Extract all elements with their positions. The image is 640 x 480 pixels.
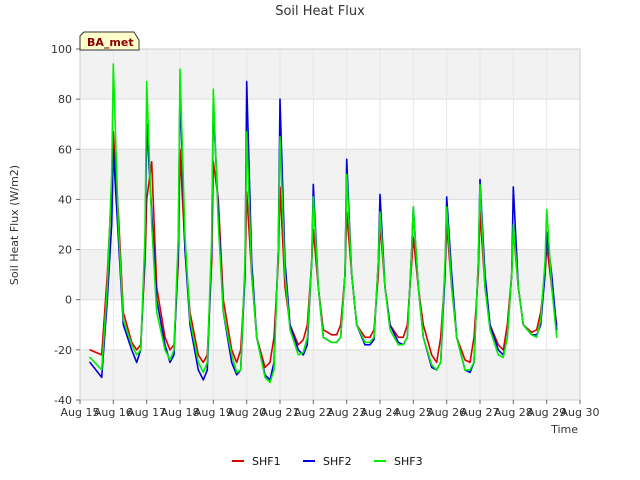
legend: SHF1 SHF2 SHF3 <box>232 455 423 468</box>
y-tick-label: 20 <box>58 244 72 257</box>
y-axis-title: Soil Heat Flux (W/m2) <box>8 165 21 285</box>
legend-item-shf3: SHF3 <box>374 455 423 468</box>
legend-label: SHF1 <box>252 455 281 468</box>
y-tick-label: -40 <box>54 394 72 407</box>
site-badge: BA_met <box>79 31 140 51</box>
y-tick-label: 80 <box>58 93 72 106</box>
site-badge-label: BA_met <box>87 36 134 49</box>
y-tick-label: 0 <box>65 294 72 307</box>
x-axis-title: Time <box>550 423 578 436</box>
chart-title: Soil Heat Flux <box>275 4 365 19</box>
y-tick-label: 60 <box>58 143 72 156</box>
y-axis: -40 -20 0 20 40 60 80 100 <box>51 43 80 407</box>
y-tick-label: 40 <box>58 193 72 206</box>
legend-item-shf2: SHF2 <box>303 455 352 468</box>
legend-label: SHF3 <box>394 455 423 468</box>
y-tick-label: -20 <box>54 344 72 357</box>
legend-label: SHF2 <box>323 455 352 468</box>
legend-item-shf1: SHF1 <box>232 455 281 468</box>
grid-band <box>80 149 580 200</box>
x-axis: Aug 15Aug 16Aug 17Aug 18Aug 19Aug 20Aug … <box>61 400 600 419</box>
grid-band <box>80 349 580 400</box>
soil-heat-flux-chart: Aug 15Aug 16Aug 17Aug 18Aug 19Aug 20Aug … <box>8 4 600 468</box>
y-tick-label: 100 <box>51 43 72 56</box>
x-tick-label: Aug 30 <box>561 406 600 419</box>
grid-band <box>80 49 580 100</box>
